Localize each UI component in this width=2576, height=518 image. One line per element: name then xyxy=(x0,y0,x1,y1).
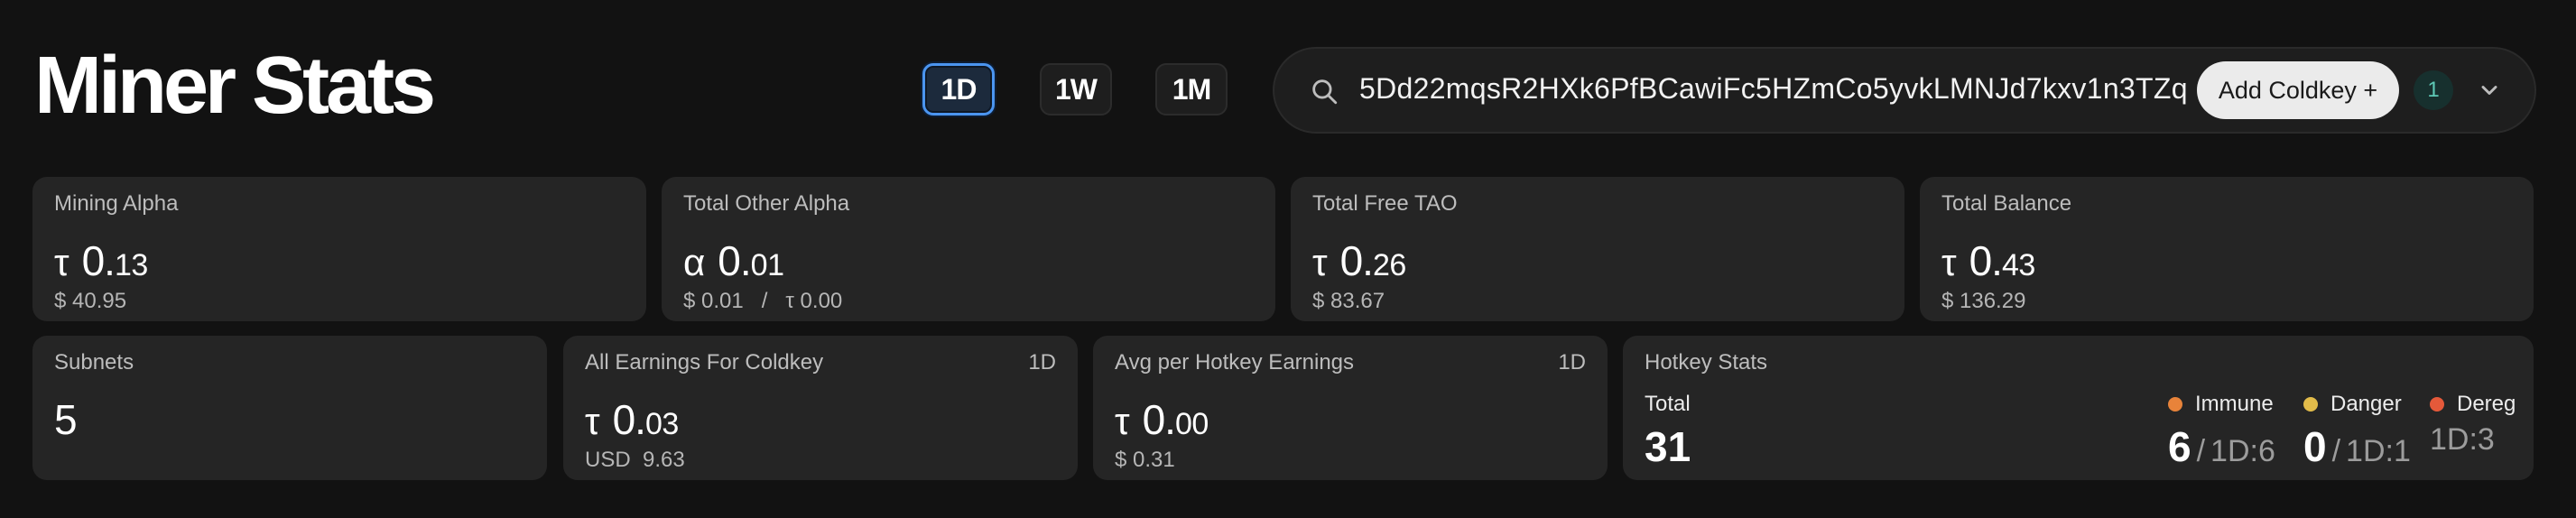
danger-stat: 0 / 1D:1 xyxy=(2303,423,2411,470)
tao-symbol: τ xyxy=(585,400,600,442)
card-subvalue: $ 136.29 xyxy=(1941,289,2026,313)
search-icon xyxy=(1312,79,1338,105)
card-value: τ 0. 00 xyxy=(1115,396,1209,443)
total-balance-card: Total Balance τ 0. 43 $ 136.29 xyxy=(1920,177,2534,321)
card-value: α 0. 01 xyxy=(683,237,784,284)
card-label: Total Other Alpha xyxy=(683,191,850,216)
card-label: Total Balance xyxy=(1941,191,2072,216)
total-value: 31 xyxy=(1645,423,1691,470)
total-other-alpha-card: Total Other Alpha α 0. 01 $ 0.01 / τ 0.0… xyxy=(662,177,1275,321)
immune-dot-icon xyxy=(2168,397,2182,412)
range-1m-button[interactable]: 1M xyxy=(1155,63,1228,116)
dereg-dot-icon xyxy=(2430,397,2444,412)
all-earnings-card: All Earnings For Coldkey 1D τ 0. 03 USD … xyxy=(563,336,1078,480)
tao-symbol: τ xyxy=(1312,241,1328,283)
tao-symbol: τ xyxy=(54,241,69,283)
card-label: All Earnings For Coldkey xyxy=(585,350,824,375)
coldkey-input[interactable]: 5Dd22mqsR2HXk6PfBCawiFc5HZmCo5yvkLMNJd7k… xyxy=(1359,72,2188,106)
card-subvalue: USD 9.63 xyxy=(585,448,685,472)
immune-stat: 6 / 1D:6 xyxy=(2168,423,2275,470)
total-free-tao-card: Total Free TAO τ 0. 26 $ 83.67 xyxy=(1291,177,1904,321)
alpha-symbol: α xyxy=(683,241,706,283)
card-label: Hotkey Stats xyxy=(1645,350,1768,375)
card-subvalue: $ 0.31 xyxy=(1115,448,1175,472)
legend-immune: Immune xyxy=(2168,392,2274,417)
subnets-count: 5 xyxy=(54,396,78,443)
card-label: Mining Alpha xyxy=(54,191,179,216)
danger-dot-icon xyxy=(2303,397,2318,412)
add-coldkey-button[interactable]: Add Coldkey + xyxy=(2197,61,2399,119)
tao-symbol: τ xyxy=(1115,400,1130,442)
tao-symbol: τ xyxy=(1941,241,1957,283)
mining-alpha-card: Mining Alpha τ 0. 13 $ 40.95 xyxy=(32,177,646,321)
coldkey-count-badge: 1 xyxy=(2414,70,2453,110)
avg-hotkey-earnings-card: Avg per Hotkey Earnings 1D τ 0. 00 $ 0.3… xyxy=(1093,336,1608,480)
coldkey-search-bar[interactable]: 5Dd22mqsR2HXk6PfBCawiFc5HZmCo5yvkLMNJd7k… xyxy=(1273,47,2536,134)
dereg-stat: 1D:3 xyxy=(2430,422,2495,457)
card-label: Avg per Hotkey Earnings xyxy=(1115,350,1355,375)
legend-danger: Danger xyxy=(2303,392,2402,417)
hotkey-stats-card: Hotkey Stats Total 31 Immune Danger Dere… xyxy=(1623,336,2534,480)
card-label: Total Free TAO xyxy=(1312,191,1458,216)
card-subvalue: $ 0.01 / τ 0.00 xyxy=(683,289,843,313)
card-value: τ 0. 03 xyxy=(585,396,679,443)
period-label: 1D xyxy=(1028,350,1056,375)
page-title: Miner Stats xyxy=(34,41,436,131)
card-label: Subnets xyxy=(54,350,134,375)
total-label: Total xyxy=(1645,392,1691,416)
subnets-card: Subnets 5 xyxy=(32,336,547,480)
chevron-down-icon[interactable] xyxy=(2477,78,2502,103)
card-value: τ 0. 26 xyxy=(1312,237,1406,284)
card-subvalue: $ 40.95 xyxy=(54,289,127,313)
card-value: τ 0. 13 xyxy=(54,237,148,284)
card-subvalue: $ 83.67 xyxy=(1312,289,1385,313)
period-label: 1D xyxy=(1558,350,1586,375)
range-1d-button[interactable]: 1D xyxy=(922,63,995,116)
range-1w-button[interactable]: 1W xyxy=(1040,63,1112,116)
card-value: τ 0. 43 xyxy=(1941,237,2035,284)
legend-dereg: Dereg xyxy=(2430,392,2516,417)
